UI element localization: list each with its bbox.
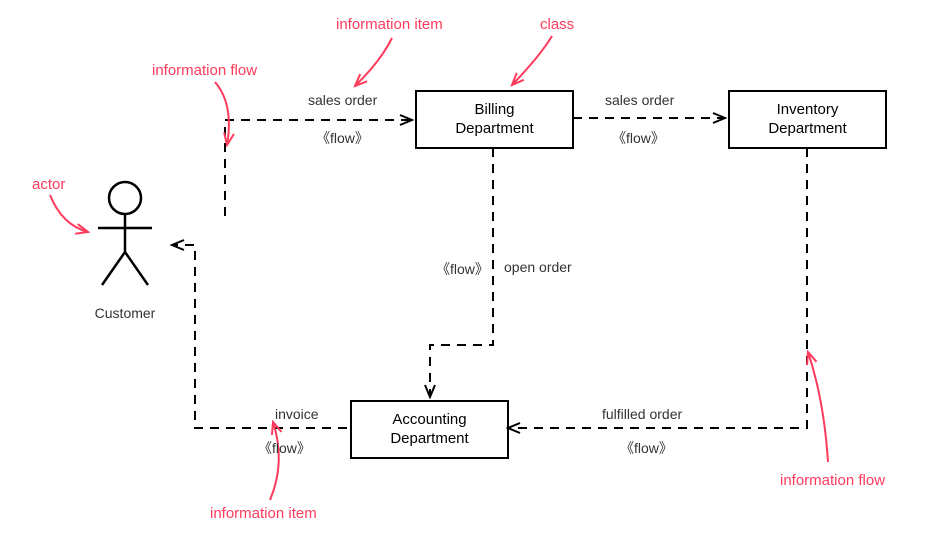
class-accounting: Accounting Department [350, 400, 509, 459]
flow-inventory-to-accounting [508, 148, 807, 428]
ann-arrow-flow-right [808, 352, 828, 462]
ann-arrow-item-top [355, 38, 392, 86]
ann-arrow-item-bottom [270, 422, 279, 500]
flow1-item: sales order [308, 92, 377, 108]
class-accounting-label: Accounting Department [390, 411, 468, 449]
actor-customer: Customer [90, 180, 160, 321]
flow2-stereotype: 《flow》 [612, 128, 665, 148]
class-inventory-label: Inventory Department [768, 101, 846, 139]
class-inventory: Inventory Department [728, 90, 887, 149]
class-billing: Billing Department [415, 90, 574, 149]
ann-info-flow-right: information flow [780, 472, 885, 489]
ann-info-item-top: information item [336, 16, 443, 33]
flow1-stereotype: 《flow》 [316, 128, 369, 148]
flow3-item: open order [504, 259, 572, 275]
flow5-stereotype: 《flow》 [258, 438, 311, 458]
ann-info-flow-left: information flow [152, 62, 257, 79]
flow2-item: sales order [605, 92, 674, 108]
flow-accounting-to-customer [172, 245, 347, 428]
flow3-stereotype: 《flow》 [436, 259, 489, 279]
ann-arrow-actor [50, 195, 88, 232]
actor-label: Customer [90, 305, 160, 321]
flow4-item: fulfilled order [602, 406, 682, 422]
diagram-canvas: Customer Billing Department Inventory De… [0, 0, 935, 555]
flow5-item: invoice [275, 406, 319, 422]
flow4-stereotype: 《flow》 [620, 438, 673, 458]
ann-info-item-bottom: information item [210, 505, 317, 522]
class-billing-label: Billing Department [455, 101, 533, 139]
ann-arrow-class [512, 36, 552, 85]
ann-class: class [540, 16, 574, 33]
ann-arrow-flow-left [215, 82, 229, 145]
ann-actor: actor [32, 176, 65, 193]
